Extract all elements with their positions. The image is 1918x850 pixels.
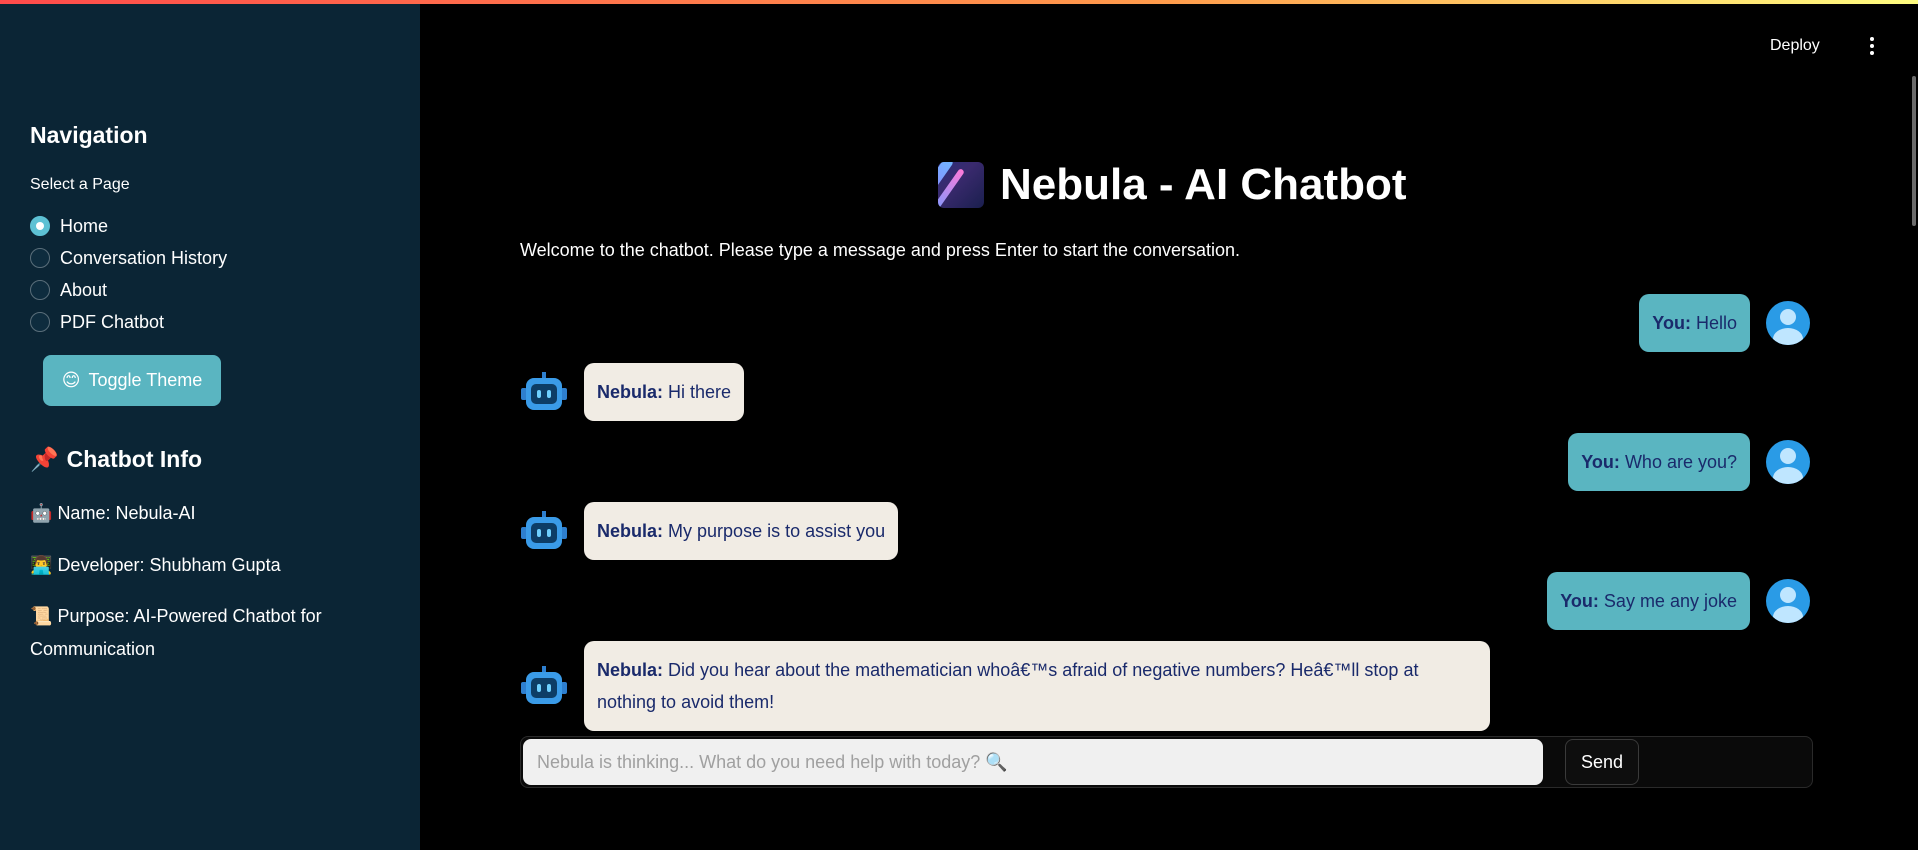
user-avatar-icon bbox=[1766, 440, 1810, 484]
robot-icon: 🤖 bbox=[30, 503, 53, 524]
speaker-label: Nebula: bbox=[597, 382, 664, 402]
toggle-theme-button[interactable]: 😊 Toggle Theme bbox=[43, 355, 221, 406]
scroll-icon: 📜 bbox=[30, 606, 53, 627]
chatbot-info-title: Chatbot Info bbox=[66, 446, 203, 472]
radio-option-conversation-history[interactable]: Conversation History bbox=[30, 242, 227, 274]
bot-bubble: Nebula: My purpose is to assist you bbox=[584, 502, 899, 560]
speaker-label: You: bbox=[1560, 591, 1599, 611]
navigation-heading: Navigation bbox=[30, 122, 148, 148]
info-purpose-text: Purpose: AI-Powered Chatbot for Communic… bbox=[30, 606, 322, 659]
shooting-star-icon bbox=[938, 162, 984, 208]
info-purpose: 📜 Purpose: AI-Powered Chatbot for Commun… bbox=[30, 600, 390, 665]
radio-label: Conversation History bbox=[60, 247, 228, 268]
radio-button[interactable] bbox=[30, 248, 50, 268]
message-text: Hello bbox=[1695, 313, 1737, 333]
message-text: Who are you? bbox=[1624, 452, 1737, 472]
user-bubble: You: Who are you? bbox=[1568, 433, 1750, 491]
user-avatar-icon bbox=[1766, 579, 1810, 623]
user-message: You: Hello bbox=[1639, 294, 1810, 352]
info-name: 🤖 Name: Nebula-AI bbox=[30, 497, 390, 530]
radio-option-home[interactable]: Home bbox=[30, 210, 227, 242]
bot-bubble: Nebula: Hi there bbox=[584, 363, 745, 421]
radio-label: About bbox=[60, 279, 108, 300]
user-message: You: Who are you? bbox=[1568, 433, 1810, 491]
deploy-button[interactable]: Deploy bbox=[1770, 32, 1820, 60]
speaker-label: You: bbox=[1581, 452, 1620, 472]
message-text: Hi there bbox=[668, 382, 732, 402]
bot-message: Nebula: Did you hear about the mathemati… bbox=[520, 641, 1490, 731]
message-text: Did you hear about the mathematician who… bbox=[597, 660, 1419, 712]
welcome-text: Welcome to the chatbot. Please type a me… bbox=[520, 240, 1241, 260]
sidebar: Navigation Select a Page Home Conversati… bbox=[0, 0, 420, 850]
info-developer-text: Developer: Shubham Gupta bbox=[57, 555, 281, 575]
message-text: My purpose is to assist you bbox=[668, 521, 886, 541]
user-message: You: Say me any joke bbox=[1547, 572, 1810, 630]
info-name-text: Name: Nebula-AI bbox=[57, 503, 196, 523]
send-button[interactable]: Send bbox=[1565, 739, 1639, 785]
robot-avatar-icon bbox=[520, 511, 568, 551]
page-radio-group: Home Conversation History About PDF Chat… bbox=[30, 210, 227, 338]
radio-button[interactable] bbox=[30, 216, 50, 236]
radio-label: Home bbox=[60, 215, 109, 236]
bot-message: Nebula: Hi there bbox=[520, 363, 745, 421]
radio-button[interactable] bbox=[30, 280, 50, 300]
user-bubble: You: Hello bbox=[1639, 294, 1750, 352]
info-developer: 👨‍💻 Developer: Shubham Gupta bbox=[30, 549, 390, 582]
user-bubble: You: Say me any joke bbox=[1547, 572, 1750, 630]
bot-bubble: Nebula: Did you hear about the mathemati… bbox=[584, 641, 1490, 731]
chatbot-info-heading: 📌 Chatbot Info bbox=[30, 446, 202, 473]
select-page-label: Select a Page bbox=[30, 176, 130, 193]
scrollbar[interactable] bbox=[1912, 76, 1916, 226]
user-avatar-icon bbox=[1766, 301, 1810, 345]
vertical-dots-icon[interactable] bbox=[1864, 34, 1880, 58]
speaker-label: Nebula: bbox=[597, 521, 664, 541]
chat-input-container: Send bbox=[520, 736, 1813, 788]
radio-label: PDF Chatbot bbox=[60, 311, 165, 332]
robot-avatar-icon bbox=[520, 372, 568, 412]
top-decoration-bar bbox=[0, 0, 1918, 4]
page-title-text: Nebula - AI Chatbot bbox=[1000, 160, 1407, 209]
radio-option-about[interactable]: About bbox=[30, 274, 227, 306]
smiley-icon: 😊 bbox=[61, 370, 81, 391]
toggle-theme-label: Toggle Theme bbox=[88, 370, 203, 390]
page-title: Nebula - AI Chatbot bbox=[938, 160, 1407, 210]
pushpin-icon: 📌 bbox=[30, 447, 59, 473]
radio-option-pdf-chatbot[interactable]: PDF Chatbot bbox=[30, 306, 227, 338]
radio-button[interactable] bbox=[30, 312, 50, 332]
developer-icon: 👨‍💻 bbox=[30, 555, 53, 576]
message-text: Say me any joke bbox=[1603, 591, 1737, 611]
speaker-label: Nebula: bbox=[597, 660, 664, 680]
robot-avatar-icon bbox=[520, 666, 568, 706]
speaker-label: You: bbox=[1652, 313, 1691, 333]
bot-message: Nebula: My purpose is to assist you bbox=[520, 502, 899, 560]
chat-input[interactable] bbox=[523, 739, 1543, 785]
